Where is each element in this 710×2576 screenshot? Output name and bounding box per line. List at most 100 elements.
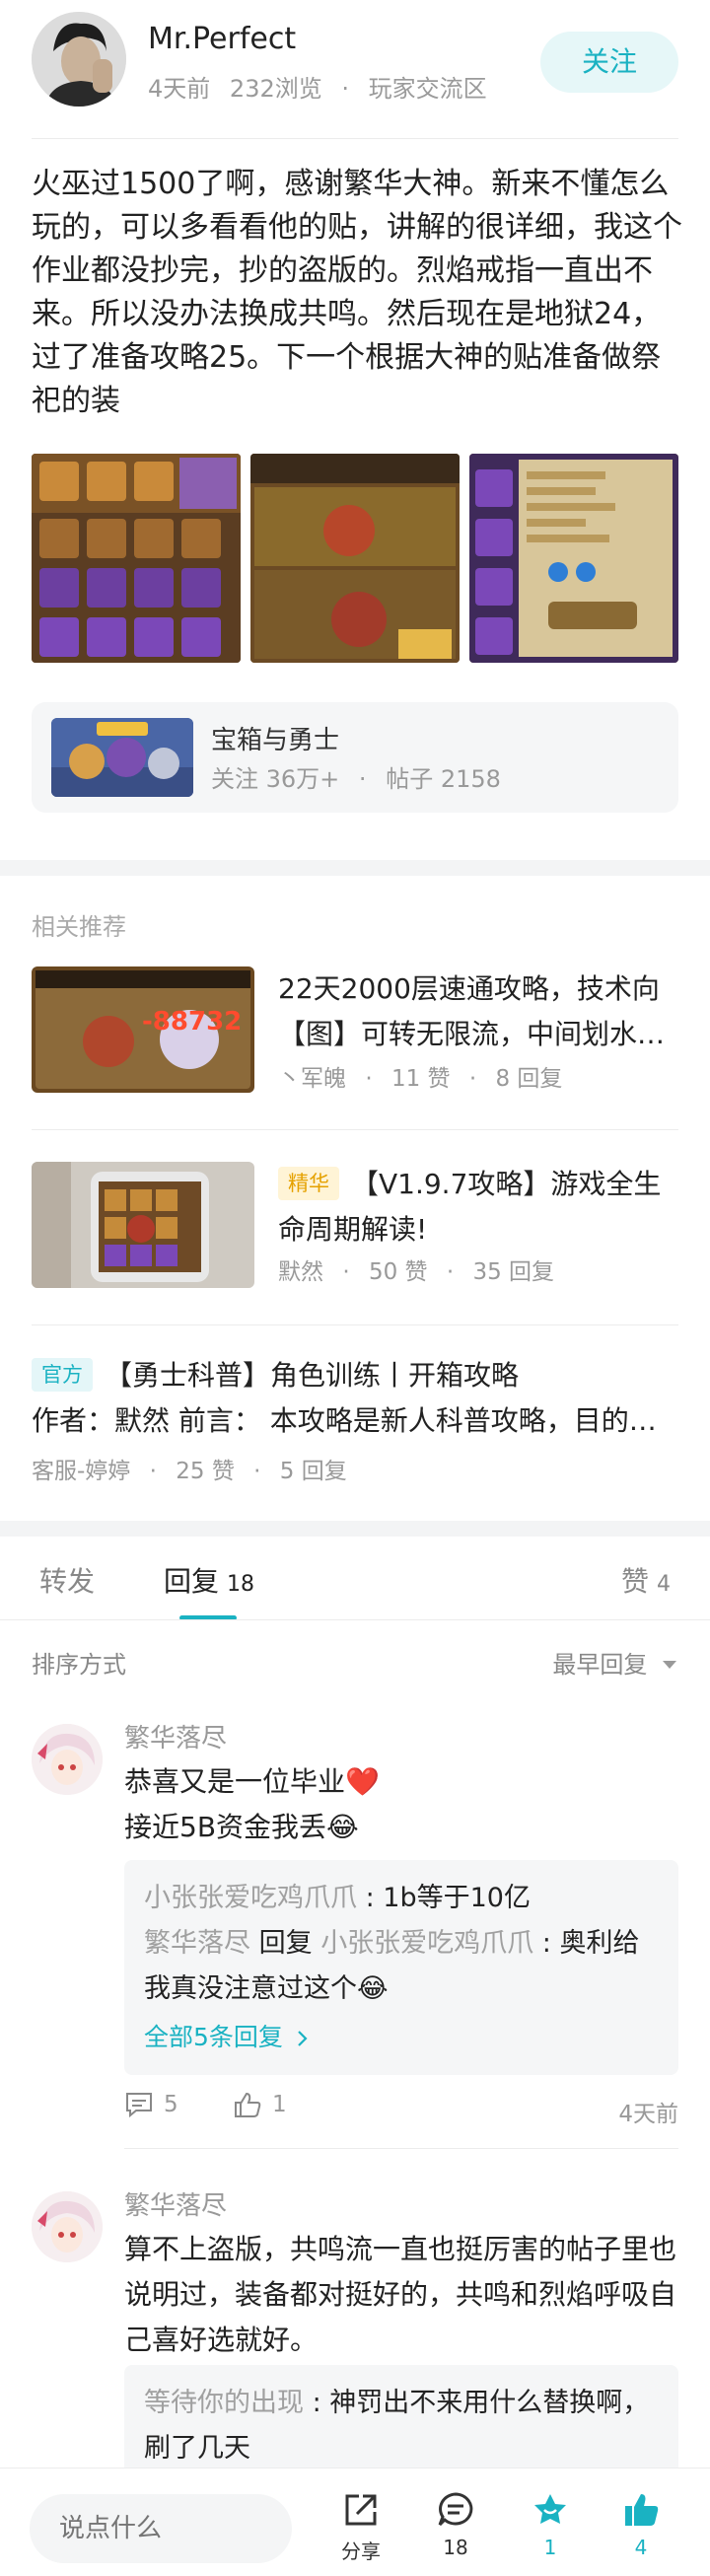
post-author-header: Mr.Perfect 4天前 232浏览 · 玩家交流区 关注 [32,12,678,110]
post-image[interactable] [32,454,241,663]
reply-keyword: 回复 [258,1928,313,1959]
comment-text: 恭喜又是一位毕业❤️ 接近5B资金我丢😂 [124,1759,682,1850]
related-item-likes: 11 赞 [390,1066,451,1092]
meta-dot: · [365,1066,373,1092]
commenter-avatar[interactable] [32,2191,103,2262]
forum-posts: 帖子 2158 [386,765,501,793]
meta-dot: · [446,1259,455,1285]
damage-number: -88732 [142,1007,242,1037]
sort-label: 排序方式 [32,1651,126,1679]
reply-target-user[interactable]: 小张张爱吃鸡爪爪 [320,1928,533,1959]
reply-user[interactable]: 繁华落尽 [144,1928,250,1959]
comment-input[interactable] [30,2494,292,2563]
post-views: 232浏览 [229,75,322,103]
related-item-meta: 默然 · 50 赞 · 35 回复 [278,1252,554,1286]
related-item-title: 22天2000层速通攻略，技术向【图】可转无限流，中间划水… [278,972,666,1050]
reply-line: 繁华落尽 回复 小张张爱吃鸡爪爪 : 奥利给我真没注意过这个😂 [144,1928,640,2004]
comment-time: 4天前 [618,2102,678,2127]
featured-tag: 精华 [278,1167,339,1200]
section-separator [0,860,710,876]
reply-line: 等待你的出现 : 神罚出不来用什么替换啊，刷了几天 [144,2388,650,2464]
share-icon [345,2494,377,2526]
post-image[interactable] [250,454,460,663]
chat-bubble-icon [438,2492,473,2527]
tab-like[interactable]: 赞4 [621,1560,671,1600]
related-item[interactable]: -88732 22天2000层速通攻略，技术向【图】可转无限流，中间划水… 丶军… [32,966,678,1095]
comment-icon [126,2093,152,2118]
meta-dot: · [341,75,350,103]
post-meta: 4天前 232浏览 · 玩家交流区 [148,69,487,104]
related-title: 相关推荐 [32,913,126,941]
related-item-meta: 客服-婷婷 · 25 赞 · 5 回复 [32,1452,347,1485]
related-item-replies: 35 回复 [472,1259,555,1285]
comment-line: 恭喜又是一位毕业❤️ [124,1765,380,1798]
reply-preview-box[interactable]: 等待你的出现 : 神罚出不来用什么替换啊，刷了几天 [124,2365,678,2483]
divider [32,1324,678,1325]
related-item-title: 精华 【V1.9.7攻略】游戏全生命周期解读! [278,1162,678,1252]
interaction-tabs: 转发 回复 18 赞4 [0,1538,710,1621]
related-item-excerpt: 作者：默然 前言： 本攻略是新人科普攻略，目的… [32,1404,657,1437]
post-section[interactable]: 玩家交流区 [369,75,487,103]
related-item-likes: 25 赞 [176,1459,235,1484]
related-item-author: 客服-婷婷 [32,1459,131,1484]
sort-dropdown[interactable]: 最早回复 [552,1645,678,1680]
related-thumbnail [32,1162,254,1288]
related-item-replies: 5 回复 [279,1459,347,1484]
tab-forward[interactable]: 转发 [39,1560,95,1600]
reply-text: 1b等于10亿 [383,1883,531,1913]
like-button[interactable]: 4 [602,2490,680,2559]
comment-actions: 5 1 4天前 [124,2091,678,2130]
commenter-avatar[interactable] [32,1724,103,1795]
forum-stats: 关注 36万+ · 帖子 2158 [211,759,501,794]
share-button[interactable]: 分享 [321,2490,400,2564]
meta-dot: · [149,1459,157,1484]
divider [124,2148,678,2149]
related-thumbnail: -88732 [32,966,254,1093]
author-avatar[interactable] [32,12,126,107]
post-time: 4天前 [148,75,211,103]
meta-dot: · [468,1066,477,1092]
section-separator [0,1521,710,1537]
comment-like-button[interactable]: 1 [233,2091,287,2118]
collect-button[interactable]: 1 [511,2490,590,2559]
related-item-likes: 50 赞 [368,1259,428,1285]
comment-text: 算不上盗版，共鸣流一直也挺厉害的帖子里也说明过，装备都对挺好的，共鸣和烈焰呼吸自… [124,2233,677,2356]
follow-button[interactable]: 关注 [540,32,678,93]
all-replies-link[interactable]: 全部5条回复 [144,2018,309,2053]
commenter-name[interactable]: 繁华落尽 [124,1718,227,1754]
meta-dot: · [342,1259,350,1285]
forum-name: 宝箱与勇士 [211,726,340,755]
caret-down-icon [663,1661,676,1669]
thumbs-up-icon [625,2494,659,2526]
sort-value: 最早回复 [552,1651,648,1679]
chevron-right-icon [298,2031,308,2046]
forum-card[interactable]: 宝箱与勇士 关注 36万+ · 帖子 2158 [32,702,678,813]
comments-button[interactable]: 18 [416,2490,495,2559]
forum-thumbnail [51,718,193,797]
reply-user[interactable]: 等待你的出现 [144,2388,304,2418]
divider [32,1129,678,1130]
thumbs-up-icon [235,2092,261,2117]
meta-dot: · [253,1459,261,1484]
related-item-author: 丶军魄 [278,1066,346,1092]
related-item-title-text: 【勇士科普】角色训练丨开箱攻略 [105,1359,520,1392]
post-image[interactable] [469,454,678,663]
tab-reply[interactable]: 回复 18 [164,1560,254,1600]
author-name[interactable]: Mr.Perfect [148,22,296,56]
comment-reply-button[interactable]: 5 [124,2091,178,2118]
related-item[interactable]: 精华 【V1.9.7攻略】游戏全生命周期解读! 默然 · 50 赞 · 35 回复 [32,1162,678,1290]
post-body: 火巫过1500了啊，感谢繁华大神。新来不懂怎么玩的，可以多看看他的贴，讲解的很详… [32,167,682,418]
divider [0,1619,710,1620]
reply-user[interactable]: 小张张爱吃鸡爪爪 [144,1883,357,1913]
reply-line: 小张张爱吃鸡爪爪 : 1b等于10亿 [144,1883,531,1913]
bottom-action-bar: 分享 18 1 4 [0,2468,710,2576]
official-tag: 官方 [32,1358,93,1392]
forum-followers: 关注 36万+ [211,765,340,793]
divider [32,138,678,139]
related-item-author: 默然 [278,1259,323,1285]
star-crown-icon [534,2494,566,2524]
commenter-name[interactable]: 繁华落尽 [124,2185,227,2222]
related-item-replies: 8 回复 [495,1066,563,1092]
reply-preview-box[interactable]: 小张张爱吃鸡爪爪 : 1b等于10亿 繁华落尽 回复 小张张爱吃鸡爪爪 : 奥利… [124,1860,678,2075]
post-image-strip [32,454,678,663]
